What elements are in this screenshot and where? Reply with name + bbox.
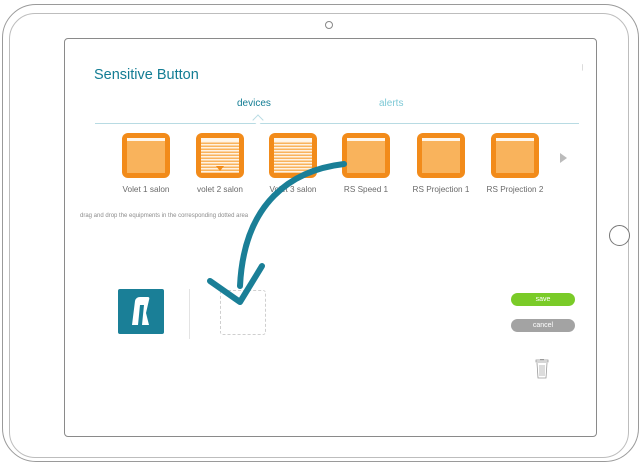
drag-arrow-icon (207, 161, 347, 305)
